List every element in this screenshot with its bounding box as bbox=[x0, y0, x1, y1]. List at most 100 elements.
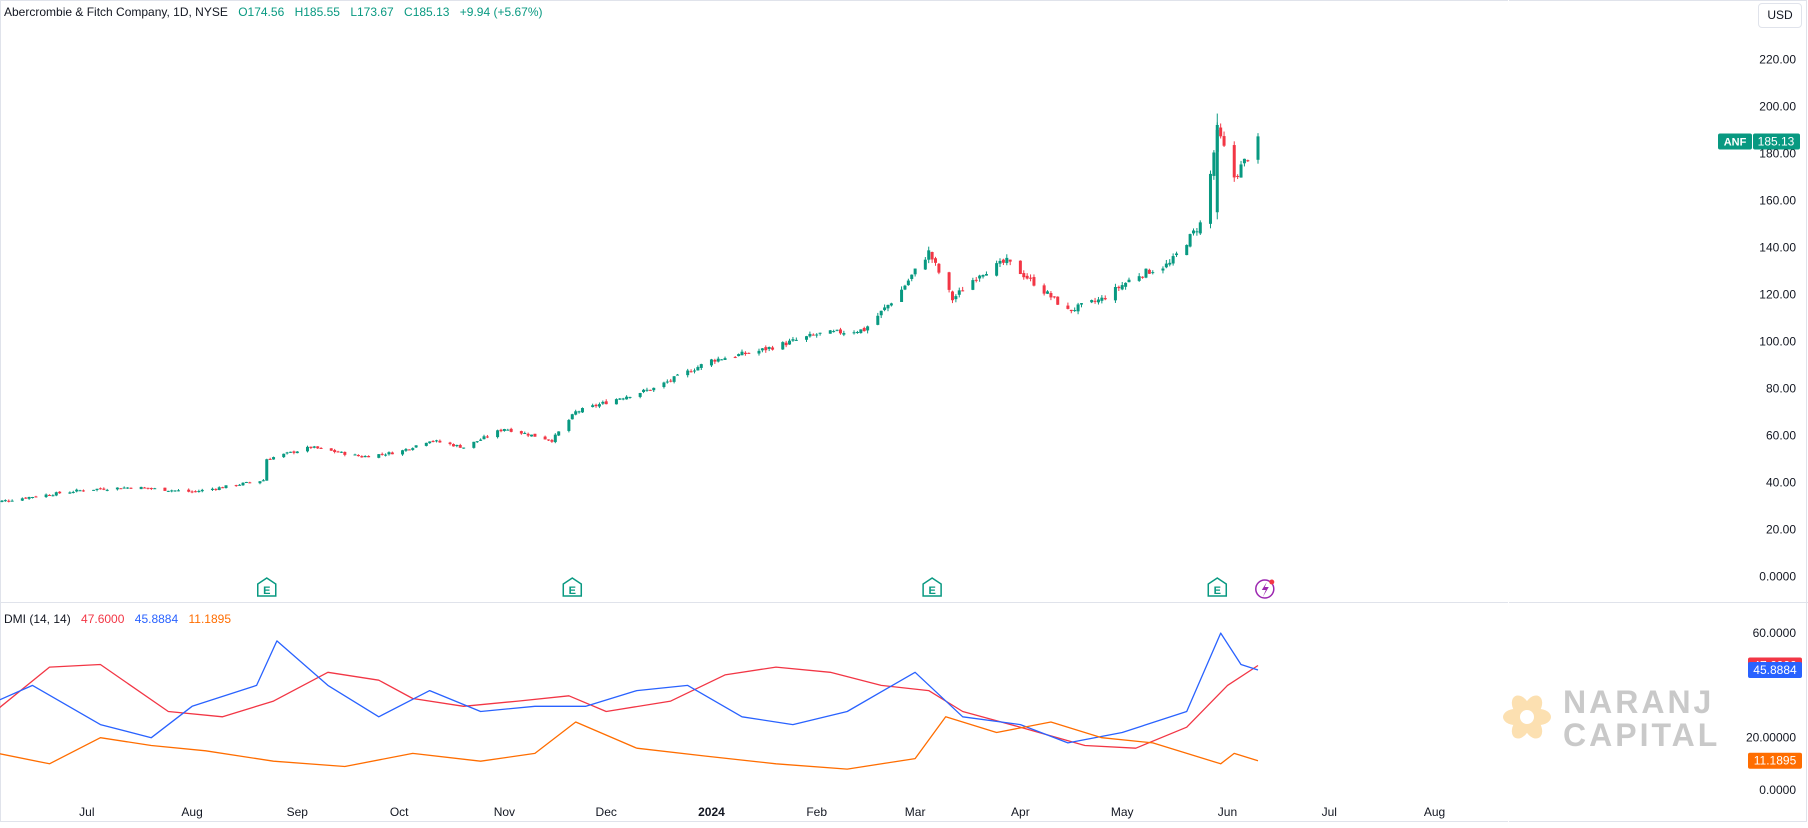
candle[interactable] bbox=[781, 341, 784, 350]
candle[interactable] bbox=[316, 446, 319, 449]
candle[interactable] bbox=[1185, 244, 1188, 255]
candle[interactable] bbox=[1172, 253, 1175, 265]
candle[interactable] bbox=[1080, 303, 1083, 307]
candle[interactable] bbox=[642, 389, 645, 393]
candle[interactable] bbox=[1090, 300, 1093, 304]
candle[interactable] bbox=[669, 379, 672, 382]
candle[interactable] bbox=[48, 494, 51, 496]
candle[interactable] bbox=[1066, 303, 1069, 310]
candle[interactable] bbox=[958, 288, 961, 298]
candle[interactable] bbox=[21, 497, 24, 501]
candle[interactable] bbox=[948, 272, 951, 293]
candle[interactable] bbox=[479, 438, 482, 441]
candle[interactable] bbox=[377, 454, 380, 458]
earnings-marker[interactable]: E bbox=[563, 578, 581, 597]
candle[interactable] bbox=[1141, 276, 1144, 279]
candle[interactable] bbox=[720, 359, 723, 360]
candle[interactable] bbox=[34, 496, 37, 498]
candle[interactable] bbox=[937, 263, 940, 274]
candle[interactable] bbox=[496, 430, 499, 439]
price-pane[interactable] bbox=[0, 114, 1508, 505]
candle[interactable] bbox=[710, 359, 713, 367]
candle[interactable] bbox=[72, 491, 75, 494]
candle[interactable] bbox=[1124, 282, 1127, 289]
candle[interactable] bbox=[717, 357, 720, 363]
candle[interactable] bbox=[116, 487, 119, 490]
candle[interactable] bbox=[167, 491, 170, 492]
candle[interactable] bbox=[1032, 274, 1035, 286]
candle[interactable] bbox=[45, 493, 48, 497]
candle[interactable] bbox=[907, 279, 910, 286]
candle[interactable] bbox=[245, 482, 248, 483]
candle[interactable] bbox=[92, 490, 95, 491]
candle[interactable] bbox=[1192, 228, 1195, 235]
candle[interactable] bbox=[856, 331, 859, 334]
candle[interactable] bbox=[428, 441, 431, 444]
candle[interactable] bbox=[995, 261, 998, 277]
candle[interactable] bbox=[544, 436, 547, 440]
candle[interactable] bbox=[771, 346, 774, 351]
candle[interactable] bbox=[1195, 228, 1198, 236]
candle[interactable] bbox=[591, 404, 594, 408]
candle[interactable] bbox=[68, 491, 71, 493]
candle[interactable] bbox=[1121, 282, 1124, 290]
candle[interactable] bbox=[177, 489, 180, 491]
candle[interactable] bbox=[978, 275, 981, 282]
candle[interactable] bbox=[795, 337, 798, 340]
candle[interactable] bbox=[506, 429, 509, 431]
earnings-marker[interactable]: E bbox=[1208, 578, 1226, 597]
candle[interactable] bbox=[432, 440, 435, 442]
candle[interactable] bbox=[197, 490, 200, 493]
candle[interactable] bbox=[1246, 160, 1249, 162]
candle[interactable] bbox=[808, 332, 811, 338]
candle[interactable] bbox=[1049, 291, 1052, 300]
candle[interactable] bbox=[357, 454, 360, 456]
candle[interactable] bbox=[791, 337, 794, 342]
candle[interactable] bbox=[567, 419, 570, 432]
candle[interactable] bbox=[211, 488, 214, 491]
candle[interactable] bbox=[805, 336, 808, 342]
candle[interactable] bbox=[571, 414, 574, 420]
candle[interactable] bbox=[1073, 307, 1076, 311]
candle[interactable] bbox=[170, 490, 173, 493]
candle[interactable] bbox=[387, 451, 390, 455]
candle[interactable] bbox=[1128, 278, 1131, 283]
candle[interactable] bbox=[1199, 220, 1202, 235]
candle[interactable] bbox=[1094, 298, 1097, 304]
candle[interactable] bbox=[1029, 274, 1032, 281]
candle[interactable] bbox=[306, 446, 309, 453]
candle[interactable] bbox=[829, 330, 832, 334]
candle[interactable] bbox=[757, 349, 760, 356]
candle[interactable] bbox=[605, 399, 608, 404]
candle[interactable] bbox=[1114, 284, 1117, 303]
candle[interactable] bbox=[1175, 252, 1178, 257]
candle[interactable] bbox=[4, 499, 7, 502]
candle[interactable] bbox=[652, 387, 655, 392]
candle[interactable] bbox=[713, 359, 716, 364]
candle[interactable] bbox=[785, 341, 788, 347]
candle[interactable] bbox=[1138, 273, 1141, 282]
candle[interactable] bbox=[1100, 295, 1103, 303]
candle[interactable] bbox=[744, 351, 747, 356]
candle[interactable] bbox=[96, 489, 99, 492]
candle[interactable] bbox=[662, 382, 665, 389]
candle[interactable] bbox=[150, 488, 153, 490]
candle[interactable] bbox=[859, 329, 862, 333]
candle[interactable] bbox=[819, 333, 822, 336]
candle[interactable] bbox=[235, 485, 238, 487]
candle[interactable] bbox=[31, 497, 34, 499]
candle[interactable] bbox=[435, 440, 438, 443]
candle[interactable] bbox=[75, 489, 78, 493]
candle[interactable] bbox=[1219, 123, 1222, 138]
candle[interactable] bbox=[1144, 268, 1147, 278]
candle[interactable] bbox=[486, 435, 489, 438]
candle[interactable] bbox=[153, 488, 156, 489]
candle[interactable] bbox=[384, 453, 387, 456]
candle[interactable] bbox=[1117, 286, 1120, 291]
candle[interactable] bbox=[951, 291, 954, 303]
candle[interactable] bbox=[761, 348, 764, 352]
candle[interactable] bbox=[975, 277, 978, 282]
symbol-title[interactable]: Abercrombie & Fitch Company, 1D, NYSE bbox=[4, 5, 228, 19]
candle[interactable] bbox=[364, 455, 367, 457]
candle[interactable] bbox=[462, 448, 465, 449]
